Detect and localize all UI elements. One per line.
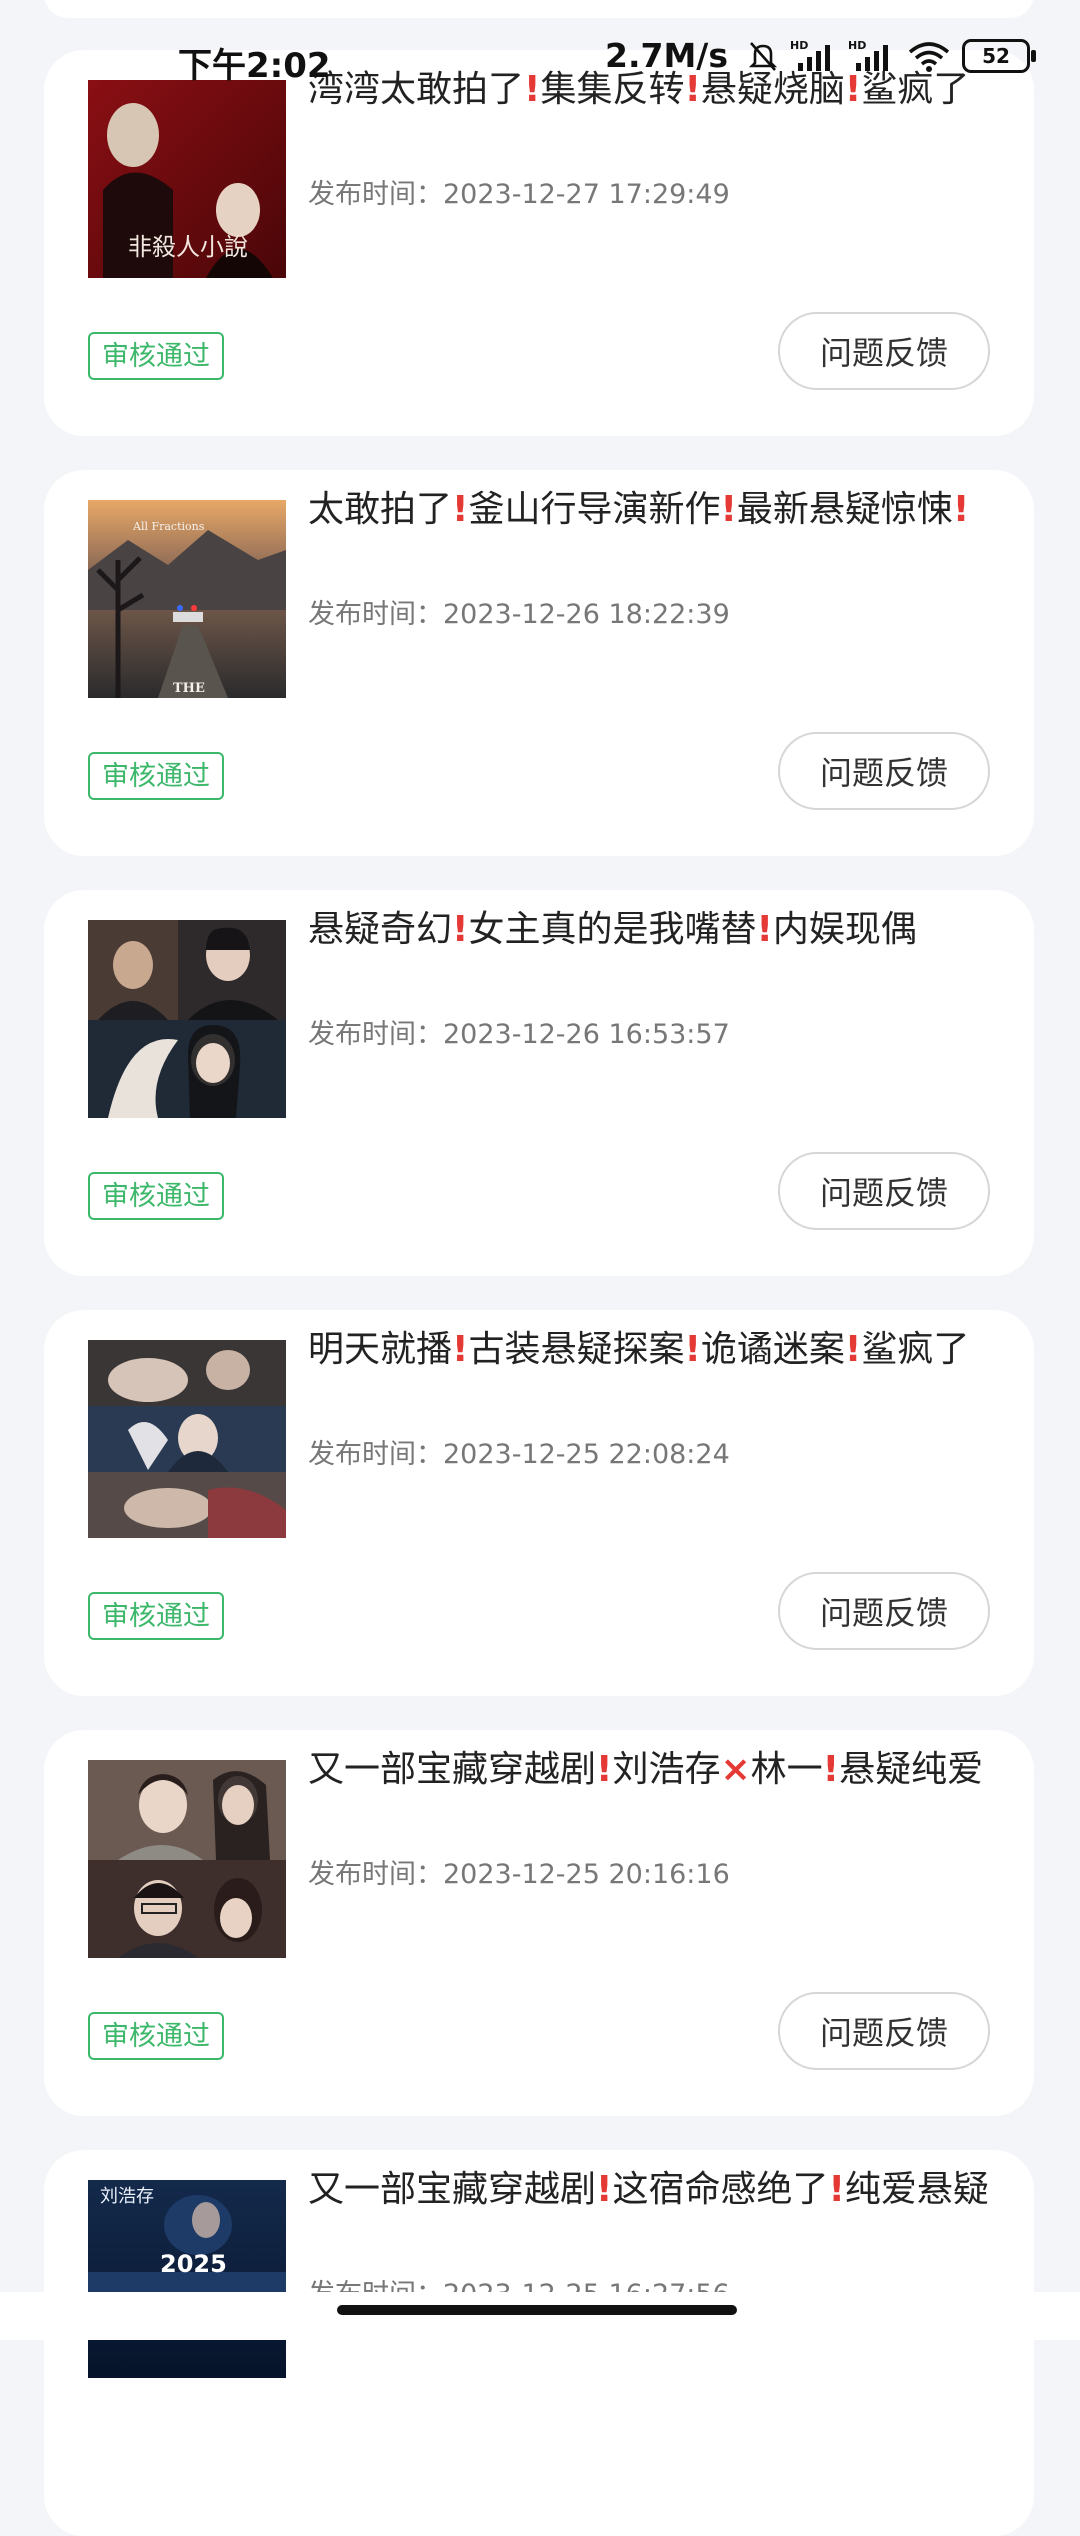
title-text: 这宿命感绝了	[612, 2169, 829, 2210]
thumbnail-caption-bottom: THE	[173, 681, 205, 696]
video-thumbnail[interactable]: 非殺人小說	[88, 80, 286, 278]
home-indicator[interactable]	[337, 2305, 737, 2315]
exclaim-mark: !	[756, 909, 773, 950]
video-thumbnail[interactable]: 刘浩存 2025	[88, 2180, 286, 2378]
video-thumbnail[interactable]	[88, 920, 286, 1118]
exclaim-mark: !	[828, 2169, 845, 2210]
title-text: 最新悬疑惊悚	[736, 489, 953, 530]
feedback-button[interactable]: 问题反馈	[778, 1152, 990, 1230]
title-text: 湾湾太敢拍了	[308, 69, 525, 110]
title-text: 悬疑纯爱	[839, 1749, 984, 1790]
status-badge: 审核通过	[88, 1592, 224, 1640]
video-title: 明天就播!古装悬疑探案!诡谲迷案!鲨疯了	[308, 1328, 1008, 1372]
bottom-bar	[0, 2292, 1080, 2340]
title-text: 古装悬疑探案	[468, 1329, 685, 1370]
video-title: 又一部宝藏穿越剧!这宿命感绝了!纯爱悬疑	[308, 2168, 1008, 2212]
status-badge: 审核通过	[88, 2012, 224, 2060]
exclaim-mark: !	[452, 489, 469, 530]
video-thumbnail[interactable]	[88, 1760, 286, 1958]
status-badge: 审核通过	[88, 332, 224, 380]
exclaim-mark: !	[720, 489, 737, 530]
title-text: 太敢拍了	[308, 489, 453, 530]
thumbnail-caption-year: 2025	[160, 2250, 227, 2278]
title-text: 鲨疯了	[861, 1329, 970, 1370]
feedback-button[interactable]: 问题反馈	[778, 732, 990, 810]
title-text: 又一部宝藏穿越剧	[308, 2169, 597, 2210]
title-text: 纯爱悬疑	[844, 2169, 989, 2210]
feedback-button[interactable]: 问题反馈	[778, 1992, 990, 2070]
video-title: 太敢拍了!釜山行导演新作!最新悬疑惊悚!	[308, 488, 1008, 532]
list-item[interactable]: 又一部宝藏穿越剧!刘浩存×林一!悬疑纯爱 发布时间：2023-12-25 20:…	[44, 1730, 1034, 2116]
title-text: 诡谲迷案	[700, 1329, 845, 1370]
exclaim-mark: !	[524, 69, 541, 110]
title-text: 釜山行导演新作	[468, 489, 721, 530]
thumbnail-caption-name: 刘浩存	[100, 2186, 154, 2207]
publish-time: 发布时间：2023-12-25 20:16:16	[308, 1859, 730, 1890]
title-text: 内娱现偶	[772, 909, 917, 950]
list-item-partial-top	[44, 0, 1034, 18]
title-text: 悬疑烧脑	[700, 69, 845, 110]
list-item[interactable]: 刘浩存 2025 又一部宝藏穿越剧!这宿命感绝了!纯爱悬疑 发布时间：2023-…	[44, 2150, 1034, 2536]
publish-time: 发布时间：2023-12-25 22:08:24	[308, 1439, 730, 1470]
exclaim-mark: !	[844, 1329, 862, 1370]
exclaim-mark: !	[684, 1329, 701, 1370]
title-text: 悬疑奇幻	[308, 909, 453, 950]
feedback-button[interactable]: 问题反馈	[778, 312, 990, 390]
video-thumbnail[interactable]: All Fractions THE	[88, 500, 286, 698]
exclaim-mark: !	[822, 1749, 840, 1790]
title-text: 鲨疯了	[861, 69, 970, 110]
video-title: 湾湾太敢拍了!集集反转!悬疑烧脑!鲨疯了	[308, 68, 1008, 112]
publish-time: 发布时间：2023-12-26 16:53:57	[308, 1019, 730, 1050]
thumbnail-caption-top: All Fractions	[132, 520, 205, 533]
title-text: 明天就播	[308, 1329, 453, 1370]
exclaim-mark: !	[952, 489, 970, 530]
exclaim-mark: !	[596, 1749, 613, 1790]
title-text: 集集反转	[540, 69, 685, 110]
list-item[interactable]: 明天就播!古装悬疑探案!诡谲迷案!鲨疯了 发布时间：2023-12-25 22:…	[44, 1310, 1034, 1696]
publish-time: 发布时间：2023-12-27 17:29:49	[308, 179, 730, 210]
cross-mark-icon: ×	[720, 1749, 751, 1790]
exclaim-mark: !	[596, 2169, 613, 2210]
thumbnail-caption: 非殺人小說	[128, 233, 248, 261]
exclaim-mark: !	[684, 69, 701, 110]
publish-time: 发布时间：2023-12-26 18:22:39	[308, 599, 730, 630]
title-text: 刘浩存	[612, 1749, 721, 1790]
feedback-button[interactable]: 问题反馈	[778, 1572, 990, 1650]
exclaim-mark: !	[452, 909, 469, 950]
exclaim-mark: !	[844, 69, 862, 110]
list-item[interactable]: All Fractions THE 太敢拍了!釜山行导演新作!最新悬疑惊悚! 发…	[44, 470, 1034, 856]
title-text: 女主真的是我嘴替	[468, 909, 757, 950]
video-title: 又一部宝藏穿越剧!刘浩存×林一!悬疑纯爱	[308, 1748, 1008, 1792]
title-text: 又一部宝藏穿越剧	[308, 1749, 597, 1790]
status-badge: 审核通过	[88, 1172, 224, 1220]
title-text: 林一	[750, 1749, 823, 1790]
status-badge: 审核通过	[88, 752, 224, 800]
list-item[interactable]: 非殺人小說 湾湾太敢拍了!集集反转!悬疑烧脑!鲨疯了 发布时间：2023-12-…	[44, 50, 1034, 436]
video-thumbnail[interactable]	[88, 1340, 286, 1538]
video-title: 悬疑奇幻!女主真的是我嘴替!内娱现偶	[308, 908, 1008, 952]
list-item[interactable]: 悬疑奇幻!女主真的是我嘴替!内娱现偶 发布时间：2023-12-26 16:53…	[44, 890, 1034, 1276]
exclaim-mark: !	[452, 1329, 469, 1370]
